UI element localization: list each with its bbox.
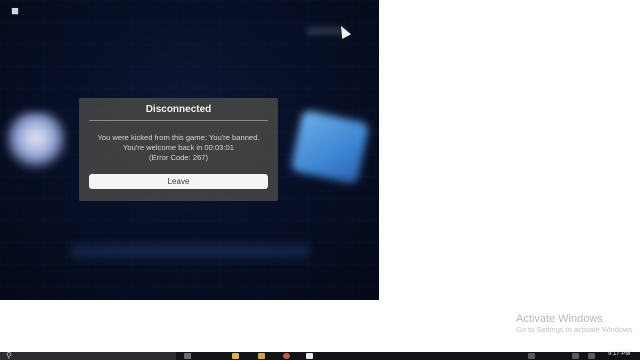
taskbar-clock[interactable]: 9:17 PM — [608, 351, 630, 357]
game-blurred-text-strip — [70, 245, 310, 257]
dialog-title: Disconnected — [145, 104, 212, 115]
disconnected-dialog: Disconnected You were kicked from this g… — [79, 98, 278, 201]
activate-windows-title: Activate Windows — [516, 313, 603, 325]
game-blurred-emblem-left — [6, 112, 66, 170]
notification-tray-icon[interactable] — [528, 353, 535, 359]
dialog-message-line-1: You were kicked from this game: You're b… — [97, 133, 260, 142]
task-view-icon[interactable] — [184, 353, 191, 359]
dialog-message: You were kicked from this game: You're b… — [83, 133, 274, 163]
game-viewport: ■ Disconnected You were kicked from this… — [0, 0, 379, 300]
activate-windows-subtitle: Go to Settings to activate Windows. — [516, 325, 635, 334]
dialog-divider — [89, 120, 268, 121]
network-icon[interactable] — [572, 353, 579, 359]
screen: ■ Disconnected You were kicked from this… — [0, 0, 640, 360]
taskbar: ⚲ 9:17 PM — [0, 351, 640, 360]
store-icon[interactable] — [258, 353, 265, 359]
volume-icon[interactable] — [588, 353, 595, 359]
browser-icon[interactable] — [283, 353, 290, 359]
leave-button[interactable]: Leave — [89, 174, 268, 189]
roblox-menu-icon[interactable]: ■ — [8, 4, 22, 18]
dialog-message-line-2: You're welcome back in 00:03:01 — [123, 143, 234, 152]
roblox-taskbar-icon[interactable] — [306, 353, 313, 359]
folder-icon[interactable] — [232, 353, 239, 359]
dialog-message-line-3: (Error Code: 267) — [148, 153, 209, 162]
search-icon: ⚲ — [6, 351, 12, 360]
taskbar-search-box[interactable]: ⚲ — [0, 351, 176, 360]
